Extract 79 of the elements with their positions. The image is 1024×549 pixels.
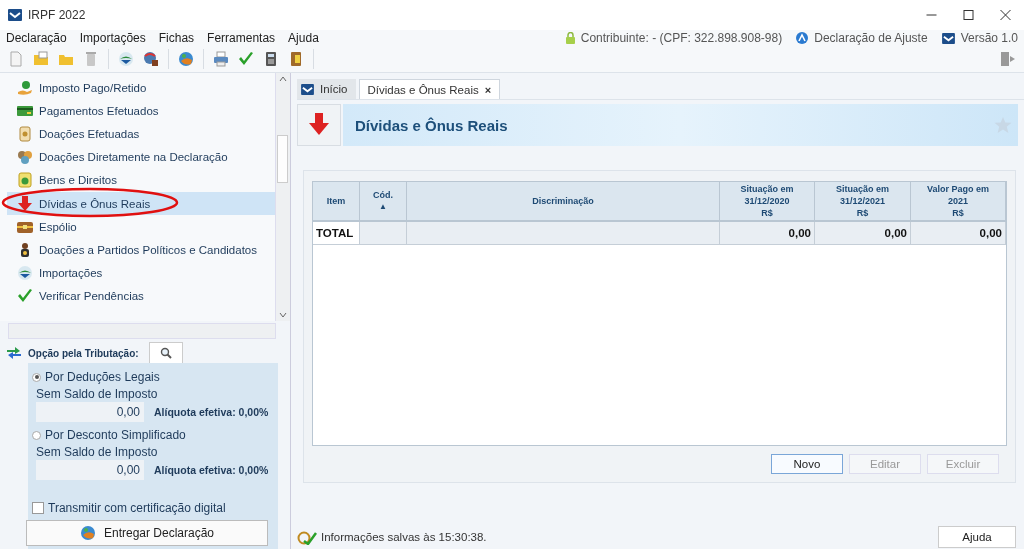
field-label: Sem Saldo de Imposto (35, 385, 159, 402)
amount-field[interactable]: 0,00 (36, 402, 144, 422)
column-header[interactable]: Valor Pago em 2021 R$ (911, 182, 1006, 222)
search-button[interactable] (148, 342, 183, 364)
sidebar-item[interactable]: Doações Efetuadas (7, 122, 275, 146)
toolbar-icon[interactable] (143, 51, 159, 67)
sidebar-item-icon (17, 195, 33, 212)
taxpayer-info: Contribuinte: - (CPF: 322.898.908-98) (580, 31, 783, 45)
checkbox[interactable] (32, 502, 44, 514)
column-header[interactable]: Discriminação (407, 182, 720, 222)
horizontal-scrollbar[interactable] (8, 323, 276, 339)
toolbar-icon[interactable] (263, 51, 279, 67)
sidebar-item-icon (17, 172, 33, 189)
effective-rate: Alíquota efetiva: 0,00% (154, 406, 269, 418)
table-cell: 0,00 (815, 222, 911, 245)
sidebar-item[interactable]: Bens e Direitos (7, 168, 275, 192)
sidebar-item-icon (17, 125, 33, 142)
toolbar-icon[interactable] (178, 51, 194, 67)
table-cell (360, 222, 407, 245)
window-title: IRPF 2022 (28, 8, 86, 22)
sidebar-item[interactable]: Pagamentos Efetuados (7, 99, 275, 123)
sidebar-item-icon (17, 79, 33, 96)
tab-close-button[interactable]: × (484, 83, 492, 96)
saved-check-icon (297, 529, 317, 545)
tab[interactable]: Dívidas e Ônus Reais × (358, 79, 501, 99)
table-cell: 0,00 (911, 222, 1006, 245)
scroll-up-icon[interactable] (279, 76, 287, 82)
sidebar-item[interactable]: Doações a Partidos Políticos e Candidatos (7, 238, 275, 262)
radio-label[interactable]: Por Deduções Legais (45, 370, 160, 384)
checkbox-label[interactable]: Transmitir com certificação digital (48, 501, 226, 515)
scrollbar-thumb[interactable] (277, 135, 288, 183)
column-header[interactable]: Cód. ▲ (360, 182, 407, 222)
table-cell: 0,00 (720, 222, 815, 245)
declaration-type: Declaração de Ajuste (814, 31, 928, 45)
swap-arrows-icon (6, 346, 22, 360)
tab[interactable]: Início (297, 79, 356, 99)
exit-icon[interactable] (1000, 51, 1016, 67)
effective-rate: Alíquota efetiva: 0,00% (154, 464, 269, 476)
column-header[interactable]: Situação em 31/12/2020 R$ (720, 182, 815, 222)
radio-label[interactable]: Por Desconto Simplificado (45, 428, 186, 442)
menu-item[interactable]: Importações (79, 31, 146, 45)
tax-option-label: Opção pela Tributação: (28, 347, 139, 359)
sidebar-item[interactable]: Importações (7, 261, 275, 285)
status-text: Informações salvas às 15:30:38. (321, 531, 487, 543)
sidebar-item[interactable]: Verificar Pendências (7, 284, 275, 308)
toolbar-icon[interactable] (213, 51, 229, 67)
toolbar-icon[interactable] (238, 51, 254, 67)
sidebar-item[interactable]: Dívidas e Ônus Reais (7, 191, 275, 216)
debt-arrow-icon (309, 113, 329, 137)
sort-indicator: ▲ (379, 201, 387, 213)
action-button[interactable]: Novo (771, 454, 843, 474)
page-title: Dívidas e Ônus Reais (355, 116, 508, 134)
globe-icon (79, 525, 96, 541)
amount-field[interactable]: 0,00 (36, 460, 144, 480)
radio-button[interactable] (32, 372, 41, 382)
sidebar-item-icon (17, 149, 33, 166)
version-label: Versão 1.0 (960, 31, 1018, 45)
help-button[interactable]: Ajuda (938, 526, 1016, 548)
toolbar-icon[interactable] (288, 51, 304, 67)
column-header[interactable]: Situação em 31/12/2021 R$ (815, 182, 911, 222)
app-logo-icon (301, 83, 314, 95)
menu-item[interactable]: Ferramentas (207, 31, 276, 45)
app-logo-icon (8, 9, 22, 21)
sidebar-item[interactable]: Imposto Pago/Retido (7, 76, 275, 100)
toolbar-icon[interactable] (118, 51, 134, 67)
sidebar-item[interactable]: Espólio (7, 215, 275, 239)
search-icon (159, 347, 172, 359)
radio-button[interactable] (32, 430, 41, 440)
lock-icon (565, 32, 575, 44)
sidebar-item-icon (17, 265, 33, 282)
menu-item[interactable]: Declaração (6, 31, 67, 45)
menu-item[interactable]: Fichas (158, 31, 195, 45)
column-header[interactable]: Item (313, 182, 360, 222)
submit-declaration-button[interactable]: Entregar Declaração (26, 520, 268, 546)
menu-item[interactable]: Ajuda (288, 31, 319, 45)
field-label: Sem Saldo de Imposto (35, 443, 159, 460)
sidebar-item[interactable]: Doações Diretamente na Declaração (7, 145, 275, 169)
scroll-down-icon[interactable] (279, 312, 287, 318)
table-cell: TOTAL (313, 222, 360, 245)
